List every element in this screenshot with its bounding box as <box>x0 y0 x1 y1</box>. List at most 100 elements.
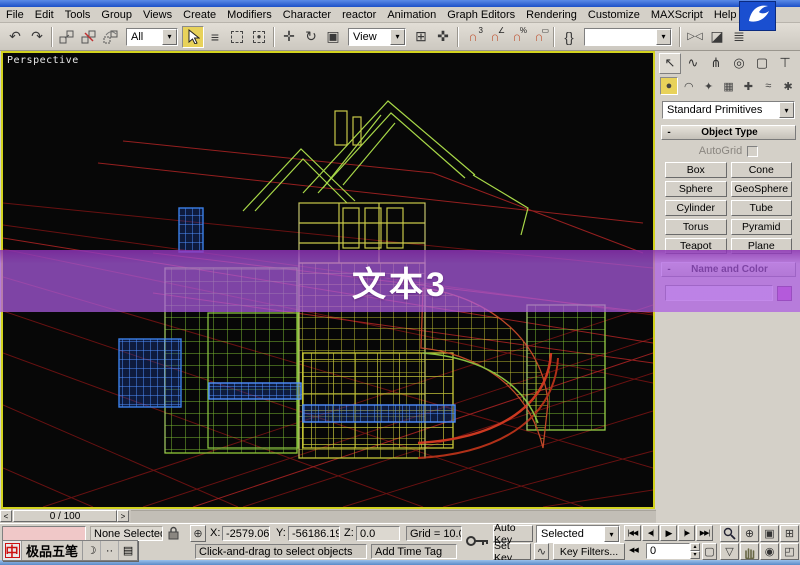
select-by-name-icon[interactable]: ≡ <box>204 26 226 48</box>
next-frame-button[interactable]: |▶ <box>678 525 695 541</box>
angle-snap-icon[interactable]: ∩∠ <box>484 26 506 48</box>
previous-frame-button[interactable]: ◀| <box>642 525 659 541</box>
menu-group[interactable]: Group <box>101 9 132 21</box>
frame-forward-button[interactable]: > <box>117 510 129 522</box>
spinner-up-icon[interactable]: ▴ <box>690 543 700 551</box>
menu-customize[interactable]: Customize <box>588 9 640 21</box>
pan-hand-icon[interactable] <box>740 543 759 560</box>
menu-animation[interactable]: Animation <box>387 9 436 21</box>
maxscript-mini-listener[interactable] <box>2 526 86 541</box>
frame-spinner[interactable]: ▴ ▾ <box>690 543 700 559</box>
x-coordinate-field[interactable]: -2579.063 <box>222 526 270 541</box>
undo-icon[interactable]: ↶ <box>4 26 26 48</box>
go-to-end-button[interactable]: ▶▶| <box>696 525 713 541</box>
menu-rendering[interactable]: Rendering <box>526 9 577 21</box>
align-icon[interactable]: ◪ <box>706 26 728 48</box>
named-selection-dropdown[interactable]: ▾ <box>584 28 672 46</box>
pyramid-button[interactable]: Pyramid <box>731 219 793 235</box>
object-type-header[interactable]: - Object Type <box>661 125 796 140</box>
y-coordinate-field[interactable]: -56186.195 <box>288 526 340 541</box>
category-spacewarps-icon[interactable]: ≈ <box>759 77 777 95</box>
tab-utilities-icon[interactable]: ⊤ <box>774 53 796 74</box>
set-keys-key-icon[interactable] <box>464 526 490 559</box>
link-icon[interactable] <box>56 26 78 48</box>
menu-modifiers[interactable]: Modifiers <box>227 9 272 21</box>
rect-selection-region-icon[interactable] <box>226 26 248 48</box>
z-coordinate-field[interactable]: 0.0 <box>356 526 400 541</box>
tube-button[interactable]: Tube <box>731 200 793 216</box>
select-rotate-icon[interactable]: ↻ <box>300 26 322 48</box>
mirror-icon[interactable]: ▷◁ <box>684 26 706 48</box>
menu-tools[interactable]: Tools <box>65 9 91 21</box>
cylinder-button[interactable]: Cylinder <box>665 200 727 216</box>
minmax-toggle-icon[interactable]: ◰ <box>780 543 799 560</box>
menu-help[interactable]: Help <box>714 9 737 21</box>
select-object-button[interactable] <box>182 26 204 48</box>
unlink-icon[interactable] <box>78 26 100 48</box>
tab-create-icon[interactable]: ↖ <box>659 53 681 74</box>
ime-fullhalf-moon-icon[interactable]: ☽ <box>83 541 101 560</box>
category-helpers-icon[interactable]: ✚ <box>739 77 757 95</box>
crossing-selection-icon[interactable]: ● <box>248 26 270 48</box>
current-frame-field[interactable]: 0 <box>646 543 690 559</box>
menu-maxscript[interactable]: MAXScript <box>651 9 703 21</box>
spinner-snap-icon[interactable]: ∩▭ <box>528 26 550 48</box>
tab-motion-icon[interactable]: ◎ <box>728 53 750 74</box>
curve-toggle-icon[interactable]: ∿ <box>534 543 549 560</box>
primitive-type-dropdown[interactable]: Standard Primitives ▾ <box>662 101 795 119</box>
set-key-button[interactable]: Set Key <box>493 543 531 560</box>
ime-logo-icon[interactable]: 中 <box>3 541 22 560</box>
sphere-button[interactable]: Sphere <box>665 181 727 197</box>
absolute-mode-toggle-icon[interactable]: ⊕ <box>190 525 206 542</box>
floating-app-badge[interactable] <box>739 1 776 31</box>
menu-file[interactable]: File <box>6 9 24 21</box>
category-geometry-icon[interactable]: ● <box>660 77 678 95</box>
select-scale-icon[interactable]: ▣ <box>322 26 344 48</box>
bind-spacewarp-icon[interactable] <box>100 26 122 48</box>
snap-toggle-icon[interactable]: ∩3 <box>462 26 484 48</box>
redo-icon[interactable]: ↷ <box>26 26 48 48</box>
select-move-icon[interactable]: ✛ <box>278 26 300 48</box>
select-manipulate-icon[interactable]: ✜ <box>432 26 454 48</box>
frame-back-button[interactable]: < <box>0 510 12 522</box>
torus-button[interactable]: Torus <box>665 219 727 235</box>
tab-modify-icon[interactable]: ∿ <box>682 53 704 74</box>
category-shapes-icon[interactable]: ◠ <box>680 77 698 95</box>
autogrid-checkbox[interactable] <box>747 146 758 157</box>
menu-views[interactable]: Views <box>143 9 172 21</box>
zoom-extents-all-icon[interactable]: ⊞ <box>780 525 799 542</box>
arc-rotate-icon[interactable]: ◉ <box>760 543 779 560</box>
percent-snap-icon[interactable]: ∩% <box>506 26 528 48</box>
menu-graph-editors[interactable]: Graph Editors <box>447 9 515 21</box>
tab-hierarchy-icon[interactable]: ⋔ <box>705 53 727 74</box>
kbd-override-icon[interactable]: {} <box>558 26 580 48</box>
time-slider-groove[interactable] <box>131 510 656 522</box>
box-button[interactable]: Box <box>665 162 727 178</box>
menu-reactor[interactable]: reactor <box>342 9 376 21</box>
add-time-tag[interactable]: Add Time Tag <box>371 544 457 559</box>
zoom-all-icon[interactable]: ⊕ <box>740 525 759 542</box>
time-slider-handle[interactable]: 0 / 100 <box>13 510 117 522</box>
menu-create[interactable]: Create <box>183 9 216 21</box>
zoom-icon[interactable] <box>720 525 739 542</box>
ime-punctuation-icon[interactable]: ·· <box>101 541 119 560</box>
zoom-extents-icon[interactable]: ▣ <box>760 525 779 542</box>
field-of-view-icon[interactable]: ▽ <box>720 543 739 560</box>
key-filters-button[interactable]: Key Filters... <box>553 543 625 560</box>
category-systems-icon[interactable]: ✱ <box>779 77 797 95</box>
spinner-down-icon[interactable]: ▾ <box>690 551 700 559</box>
time-config-icon[interactable]: ▢ <box>702 543 717 560</box>
menu-edit[interactable]: Edit <box>35 9 54 21</box>
window-titlebar[interactable] <box>0 0 800 7</box>
category-cameras-icon[interactable]: ▦ <box>720 77 738 95</box>
selection-lock-icon[interactable] <box>167 526 180 543</box>
menu-character[interactable]: Character <box>283 9 331 21</box>
geosphere-button[interactable]: GeoSphere <box>731 181 793 197</box>
play-button[interactable]: ▶ <box>660 525 677 541</box>
viewport-label[interactable]: Perspective <box>7 55 79 66</box>
cone-button[interactable]: Cone <box>731 162 793 178</box>
category-lights-icon[interactable]: ✦ <box>700 77 718 95</box>
ime-softkeyboard-icon[interactable]: ▤ <box>119 541 137 560</box>
selection-filter-dropdown[interactable]: All ▾ <box>126 28 178 46</box>
use-center-icon[interactable]: ⊞ <box>410 26 432 48</box>
